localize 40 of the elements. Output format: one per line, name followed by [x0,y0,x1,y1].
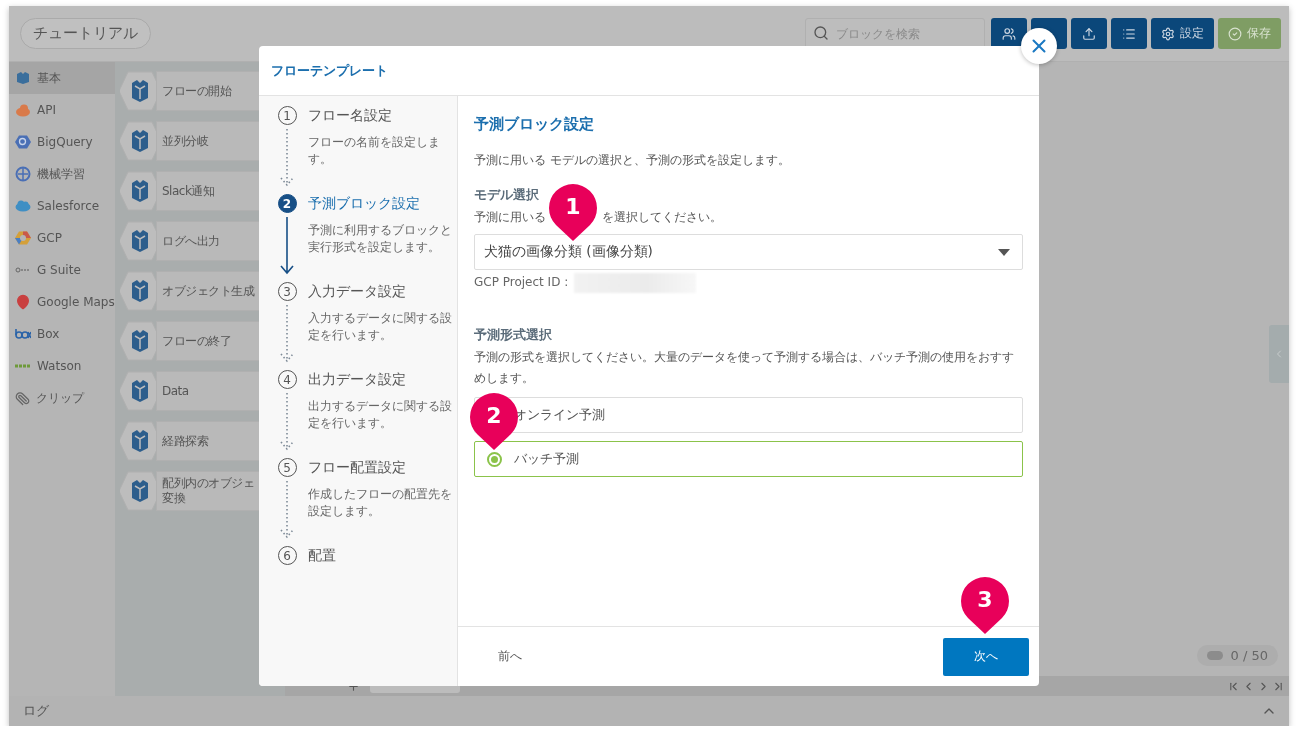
block-label: Slack通知 [162,183,216,199]
block-label: フローの終了 [162,333,232,349]
section-title: 予測ブロック設定 [474,115,595,134]
block-label: フローの開始 [162,83,233,99]
step-description: 出力するデータに関する設定を行います。 [308,398,453,432]
block-label: 経路探索 [162,433,210,449]
model-hint: を選択してください。 [602,209,722,226]
category-label: API [37,103,56,117]
category-label: BigQuery [37,135,93,149]
step-description: フローの名前を設定します。 [308,134,441,168]
category-label: Google Maps [37,295,115,309]
log-label: ログ [23,702,49,720]
category-label: G Suite [37,263,81,277]
category-label: Salesforce [37,199,100,213]
category-label: GCP [37,231,62,245]
project-id-label: GCP Project ID : [474,274,569,291]
step-description: 予測に利用するブロックと実行形式を設定します。 [308,222,453,256]
category-label: Box [37,327,60,341]
block-label: ログへ出力 [162,233,221,249]
annotation-tooltip: 2 [470,393,518,451]
block-label: 変換 [162,491,186,506]
block-label: 配列内のオブジェ [162,476,255,491]
format-hint: 予測の形式を選択してください。大量のデータを使って予測する場合は、バッチ予測の使用をおすすめします。 [474,349,1015,387]
category-label: Watson [37,359,82,373]
block-label: オブジェクト生成 [162,283,256,299]
block-label: Data [162,383,190,399]
block-label: 並列分岐 [162,133,210,149]
model-heading: モデル選択 [474,187,540,204]
category-label: 基本 [37,69,61,87]
annotation-tooltip: 1 [549,184,597,242]
category-label: クリップ [36,389,84,407]
category-label: 機械学習 [37,165,85,183]
model-hint: 予測に用いる [474,209,546,226]
step-number: 2 [277,194,297,213]
step-description: 入力するデータに関する設定を行います。 [308,310,453,344]
section-description: 予測に用いる モデルの選択と、予測の形式を設定します。 [474,152,791,169]
step-description: 作成したフローの配置先を設定します。 [308,486,453,520]
counter-text: 0 / 50 [1230,648,1268,663]
format-heading: 予測形式選択 [474,327,553,344]
annotation-tooltip: 3 [961,577,1009,635]
